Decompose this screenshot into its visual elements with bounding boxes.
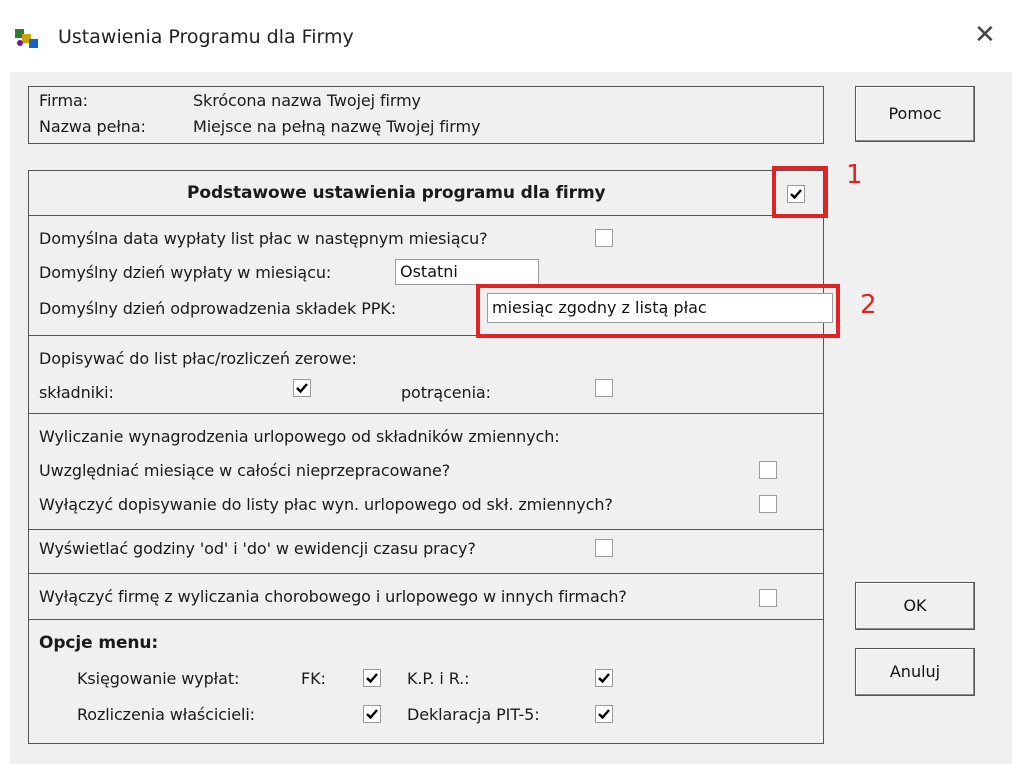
urlop-months-label: Uwzględniać miesiące w całości nieprzepr…: [39, 461, 451, 480]
hours-checkbox[interactable]: [595, 539, 613, 557]
window-title: Ustawienia Programu dla Firmy: [58, 26, 354, 48]
kpir-label: K.P. i R.:: [407, 669, 470, 688]
title-bar: Ustawienia Programu dla Firmy ✕: [0, 0, 1012, 72]
exclude-checkbox[interactable]: [759, 589, 777, 607]
divider: [29, 215, 823, 216]
ksiegowanie-label: Księgowanie wypłat:: [77, 669, 240, 688]
exclude-label: Wyłączyć firmę z wyliczania chorobowego …: [39, 587, 627, 606]
pit5-label: Deklaracja PIT-5:: [407, 705, 540, 724]
nazwa-value: Miejsce na pełną nazwę Twojej firmy: [193, 117, 481, 136]
hours-label: Wyświetlać godziny 'od' i 'do' w ewidenc…: [39, 539, 476, 558]
kpir-checkbox[interactable]: [595, 669, 613, 687]
check-icon: [366, 709, 378, 720]
cancel-button[interactable]: Anuluj: [855, 648, 975, 696]
app-icon: [15, 29, 38, 48]
callout-number-2: 2: [860, 290, 877, 320]
pit5-checkbox[interactable]: [595, 705, 613, 723]
check-icon: [296, 383, 308, 394]
default-day-label: Domyślny dzień wypłaty w miesiącu:: [39, 263, 332, 282]
fk-checkbox[interactable]: [363, 669, 381, 687]
menu-options-heading: Opcje menu:: [39, 633, 159, 653]
default-day-field[interactable]: Ostatni: [395, 259, 539, 285]
fk-label: FK:: [301, 669, 326, 688]
callout-number-1: 1: [846, 160, 863, 190]
ok-button-label: OK: [903, 596, 927, 615]
settings-header: Podstawowe ustawienia programu dla firmy: [187, 183, 606, 203]
potracenia-label: potrącenia:: [401, 383, 491, 402]
zero-label: Dopisywać do list płac/rozliczeń zerowe:: [39, 349, 357, 368]
help-button[interactable]: Pomoc: [855, 86, 975, 142]
potracenia-checkbox[interactable]: [595, 379, 613, 397]
nazwa-label: Nazwa pełna:: [39, 117, 146, 136]
urlop-heading: Wyliczanie wynagrodzenia urlopowego od s…: [39, 427, 560, 446]
default-date-checkbox[interactable]: [595, 229, 613, 247]
divider: [29, 619, 823, 620]
check-icon: [598, 709, 610, 720]
skladniki-label: składniki:: [39, 383, 114, 402]
divider: [29, 573, 823, 574]
default-date-label: Domyślna data wypłaty list płac w następ…: [39, 229, 488, 248]
cancel-button-label: Anuluj: [889, 662, 941, 681]
ppk-label: Domyślny dzień odprowadzenia składek PPK…: [39, 299, 396, 318]
settings-panel: Podstawowe ustawienia programu dla firmy…: [28, 170, 833, 744]
skladniki-checkbox[interactable]: [293, 379, 311, 397]
divider: [29, 413, 823, 414]
help-button-label: Pomoc: [888, 104, 942, 123]
firma-value: Skrócona nazwa Twojej firmy: [193, 91, 421, 110]
check-icon: [366, 673, 378, 684]
urlop-disable-label: Wyłączyć dopisywanie do listy płac wyn. …: [39, 495, 613, 514]
firma-label: Firma:: [39, 91, 88, 110]
urlop-disable-checkbox[interactable]: [759, 495, 777, 513]
rozliczenia-checkbox[interactable]: [363, 705, 381, 723]
divider: [29, 529, 823, 530]
firm-info-panel: Firma: Skrócona nazwa Twojej firmy Nazwa…: [28, 86, 824, 144]
close-icon[interactable]: ✕: [974, 22, 996, 48]
callout-box-2: [476, 284, 840, 338]
rozliczenia-label: Rozliczenia właścicieli:: [77, 705, 255, 724]
urlop-months-checkbox[interactable]: [759, 461, 777, 479]
ok-button[interactable]: OK: [855, 582, 975, 630]
check-icon: [598, 673, 610, 684]
callout-box-1: [772, 166, 828, 218]
